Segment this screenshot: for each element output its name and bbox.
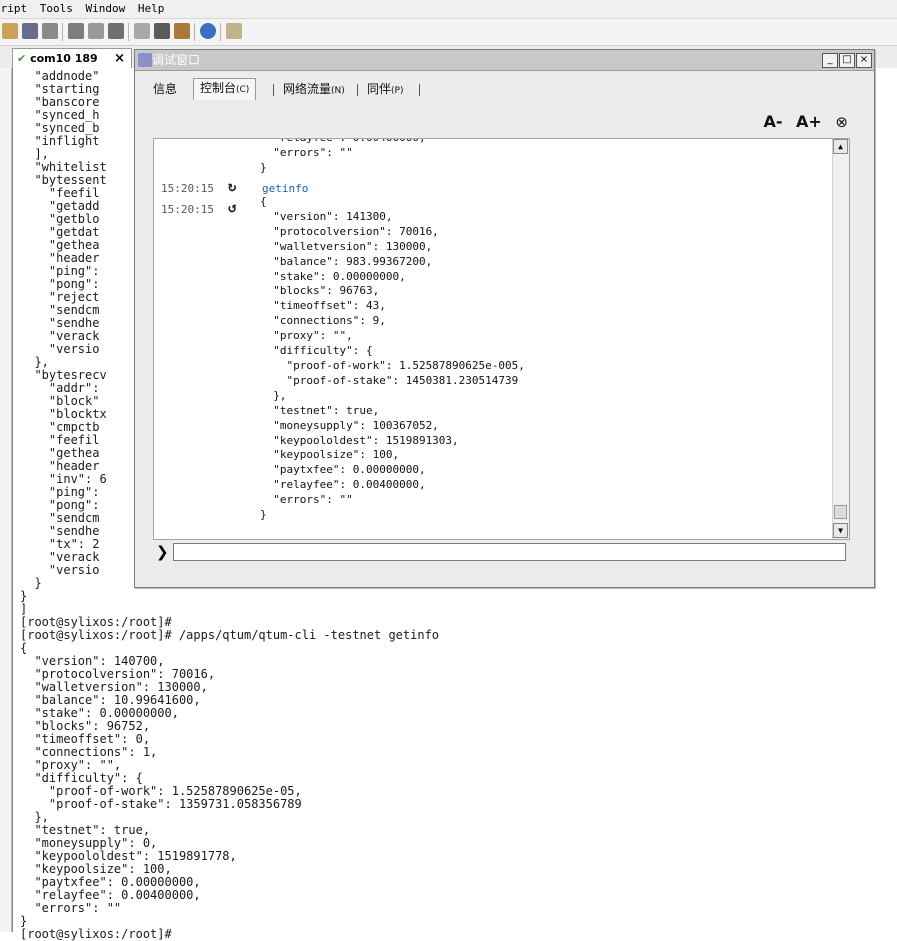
scroll-down-button[interactable]: ▼ (833, 523, 848, 538)
find-icon[interactable] (22, 23, 38, 39)
paste-icon[interactable] (2, 23, 18, 39)
menu-tools[interactable]: Tools (40, 0, 79, 18)
console-timestamp: 15:20:15 (161, 182, 214, 195)
debug-window-title: 调试窗口 (152, 53, 201, 67)
toolbar-separator (194, 23, 195, 41)
tab-separator (273, 84, 274, 96)
debug-window-titlebar[interactable]: 调试窗口 _ □ × (135, 50, 874, 71)
session-tab[interactable]: ✔ com10 189 × (12, 48, 132, 68)
console-output[interactable]: "relayfee": 0.00400000, "errors": "" } 1… (153, 138, 850, 540)
font-increase-button[interactable]: A+ (796, 112, 822, 131)
minimize-button[interactable]: _ (822, 53, 838, 68)
response-arrow-icon: ↺ (228, 200, 237, 216)
toolbar (0, 19, 897, 46)
console-command: getinfo (262, 182, 309, 195)
tab-peers[interactable]: 同伴(P) (361, 80, 409, 98)
about-icon[interactable] (226, 23, 242, 39)
scroll-up-button[interactable]: ▲ (833, 139, 848, 154)
command-arrow-icon: ↻ (228, 179, 237, 195)
console-prompt-row: ❯ (153, 542, 848, 564)
options-icon[interactable] (134, 23, 150, 39)
tab-separator (357, 84, 358, 96)
pin-icon[interactable] (174, 23, 190, 39)
session-tab-label: com10 189 (30, 52, 98, 65)
debug-window: 调试窗口 _ □ × 信息 控制台(C) 网络流量(N) 同伴(P) A- A+… (134, 49, 875, 588)
font-controls: A- A+ ⊗ (755, 112, 848, 131)
terminal-gutter (0, 68, 12, 932)
prompt-chevron-icon: ❯ (156, 543, 169, 561)
console-response-partial: "relayfee": 0.00400000, "errors": "" } (260, 139, 426, 174)
tab-separator (419, 84, 420, 96)
console-response: { "version": 141300, "protocolversion": … (260, 195, 525, 522)
console-input[interactable] (173, 543, 846, 561)
toolbar-separator (220, 23, 221, 41)
close-window-button[interactable]: × (856, 53, 872, 68)
connected-check-icon: ✔ (17, 52, 27, 65)
tab-console[interactable]: 控制台(C) (193, 78, 257, 100)
menu-help[interactable]: Help (138, 0, 171, 18)
find-next-icon[interactable] (42, 23, 58, 39)
printer-icon[interactable] (108, 23, 124, 39)
toolbar-separator (128, 23, 129, 41)
tab-network-traffic[interactable]: 网络流量(N) (277, 80, 351, 98)
scroll-thumb[interactable] (834, 505, 847, 519)
print-preview-icon[interactable] (88, 23, 104, 39)
menu-script[interactable]: cript (0, 0, 33, 18)
help-icon[interactable] (200, 23, 216, 39)
toolbar-separator (62, 23, 63, 41)
tab-information[interactable]: 信息 (147, 80, 183, 98)
restore-button[interactable]: □ (839, 53, 855, 68)
console-timestamp: 15:20:15 (161, 203, 214, 216)
close-tab-icon[interactable]: × (114, 49, 125, 68)
print-icon[interactable] (68, 23, 84, 39)
menu-bar: cript Tools Window Help (0, 0, 897, 19)
settings-icon[interactable] (154, 23, 170, 39)
console-scrollbar[interactable]: ▲ ▼ (832, 139, 849, 539)
menu-window[interactable]: Window (86, 0, 132, 18)
font-decrease-button[interactable]: A- (763, 112, 782, 131)
clear-console-icon[interactable]: ⊗ (835, 113, 848, 131)
app-icon (138, 53, 152, 67)
